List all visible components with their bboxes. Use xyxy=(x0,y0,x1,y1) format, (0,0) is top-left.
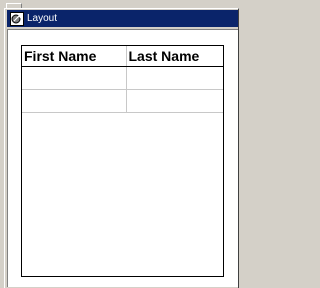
layout-canvas: First Name Last Name xyxy=(7,29,238,287)
table-cell-first-name[interactable] xyxy=(22,66,127,90)
app-window-icon[interactable] xyxy=(10,11,24,26)
table-cell-last-name[interactable] xyxy=(126,89,223,113)
table-row xyxy=(22,89,223,113)
column-header-first-name[interactable]: First Name xyxy=(22,46,127,67)
table-row xyxy=(22,66,223,90)
window-title: Layout xyxy=(27,13,58,24)
table-panel: First Name Last Name xyxy=(21,45,224,277)
table-cell-first-name[interactable] xyxy=(22,89,127,113)
title-bar[interactable]: Layout xyxy=(7,10,238,27)
layout-window: Layout First Name Last Name xyxy=(4,8,239,288)
name-table: First Name Last Name xyxy=(22,46,223,113)
table-cell-last-name[interactable] xyxy=(126,66,223,90)
table-header-row: First Name Last Name xyxy=(22,46,223,67)
column-header-last-name[interactable]: Last Name xyxy=(126,46,223,67)
top-toolbar-strip xyxy=(0,0,239,8)
